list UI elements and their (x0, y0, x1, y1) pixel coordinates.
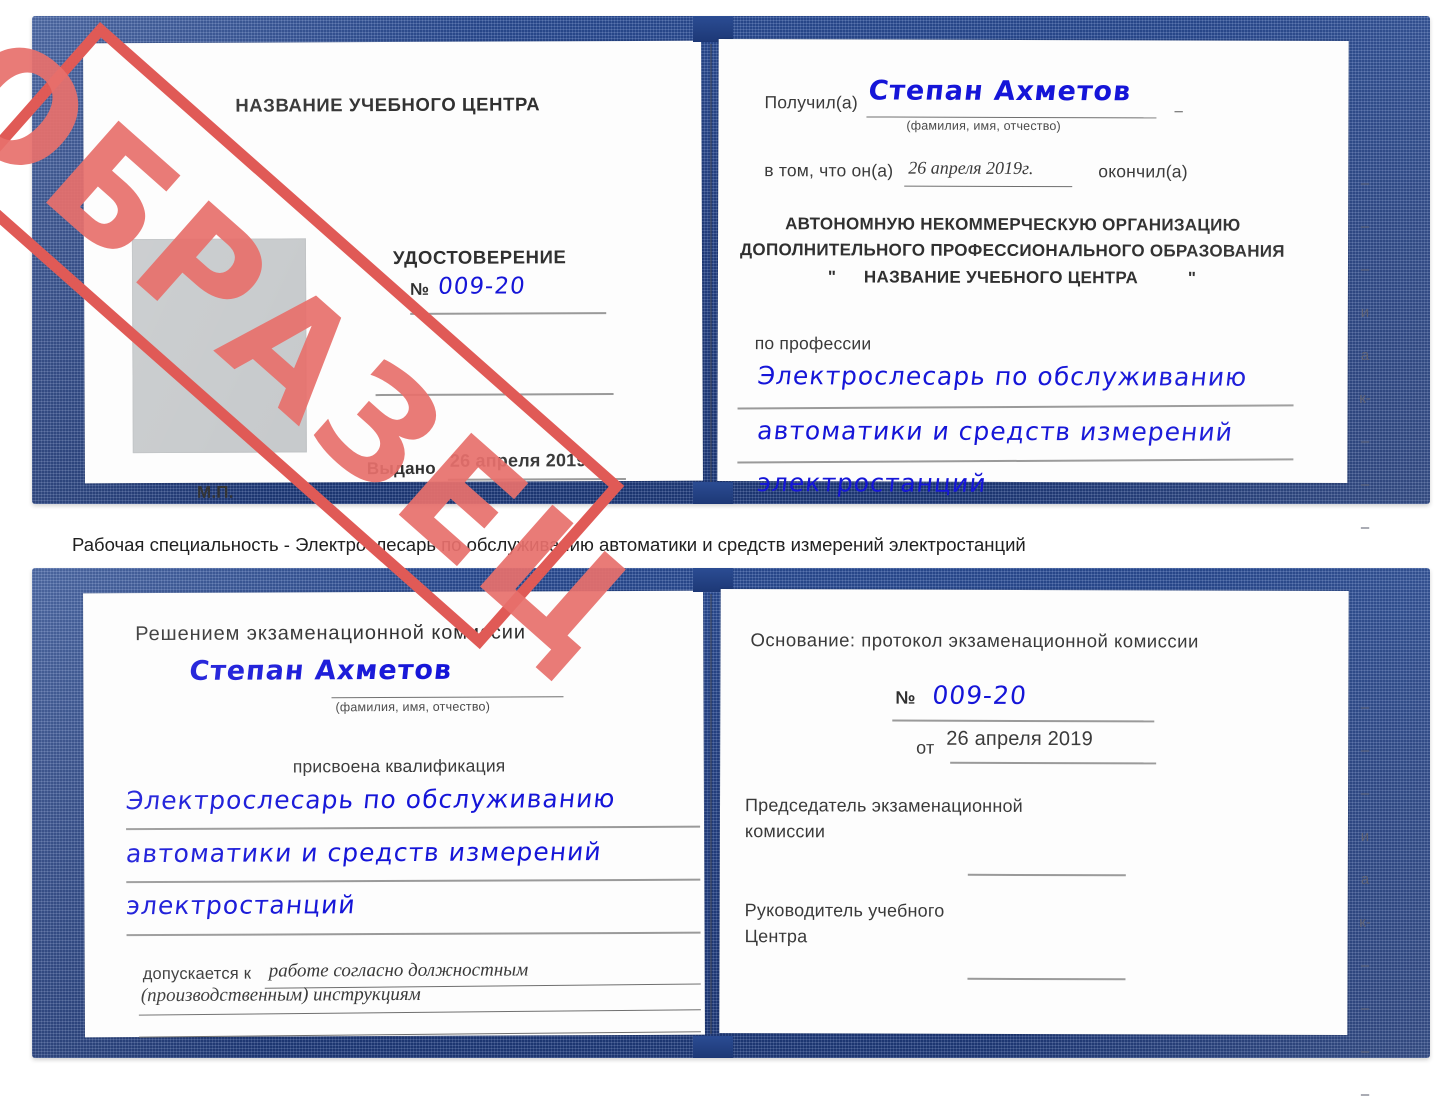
certificate-bottom-left-page: Решением экзаменационной комиссии Степан… (83, 590, 705, 1038)
admitted-value-line-1: работе согласно должностным (268, 959, 529, 982)
chairman-label-line-1: Председатель экзаменационной (744, 795, 1023, 816)
margin-char: – (1360, 957, 1370, 974)
protocol-date-value: 26 апреля 2019 (946, 727, 1093, 751)
margin-char: к- (1359, 914, 1371, 931)
organization-line-1: АВТОНОМНУЮ НЕКОММЕРЧЕСКУЮ ОРГАНИЗАЦИЮ (785, 214, 1241, 235)
basis-label: Основание: протокол экзаменационной коми… (750, 629, 1199, 652)
margin-char: – (1360, 1086, 1370, 1103)
margin-char: – (1360, 785, 1370, 802)
admitted-label: допускается к (142, 964, 252, 984)
profession-value-line-3: электростанций (755, 468, 989, 498)
margin-char: к- (1359, 390, 1371, 407)
margin-char: – (1360, 742, 1370, 759)
margin-char: – (1360, 1043, 1370, 1060)
profession-rule-2 (737, 458, 1294, 464)
issued-date-value: 26 апреля 2019 (449, 450, 587, 471)
margin-char: а (1360, 871, 1370, 888)
profession-label: по профессии (754, 333, 872, 354)
certificate-top-spine (710, 44, 712, 482)
certificate-bottom-margin-characters: – – – и а к- – – – – (1350, 700, 1380, 1102)
photo-placeholder (131, 238, 307, 454)
margin-char: – (1360, 699, 1370, 716)
certificate-top-right-page: Получил(а) Степан Ахметов (фамилия, имя,… (717, 39, 1349, 498)
margin-char: – (1360, 175, 1370, 192)
certificate-top-left-page: НАЗВАНИЕ УЧЕБНОГО ЦЕНТРА УДОСТОВЕРЕНИЕ №… (83, 40, 703, 502)
issued-label: Выдано (366, 458, 436, 479)
protocol-date-rule (950, 761, 1157, 764)
margin-char: – (1360, 218, 1370, 235)
qualification-label: присвоена квалификация (292, 755, 506, 777)
director-label-line-2: Центра (744, 926, 808, 947)
certificate-top-spine-tab-bottom (693, 482, 733, 504)
certificate-top-margin-characters: – – – и а к- – – – (1350, 176, 1380, 535)
protocol-date-label: от (916, 737, 935, 758)
seal-place-label: М.П. (196, 482, 234, 502)
certificate-top-cover: НАЗВАНИЕ УЧЕБНОГО ЦЕНТРА УДОСТОВЕРЕНИЕ №… (32, 16, 1430, 535)
organization-quote-close: " (1187, 268, 1197, 288)
certificate-bottom-cover: Решением экзаменационной комиссии Степан… (32, 568, 1430, 1102)
protocol-number-rule (892, 719, 1155, 722)
admitted-rule-3 (138, 1031, 701, 1038)
margin-char: а (1360, 347, 1370, 364)
margin-char: – (1360, 433, 1370, 450)
qualification-value-line-2: автоматики и средств измерений (124, 837, 604, 869)
image-caption: Рабочая специальность - Электрослесарь п… (72, 534, 1026, 555)
received-label: Получил(а) (764, 92, 858, 113)
profession-rule-1 (737, 404, 1294, 410)
profession-value-line-1: Электрослесарь по обслуживанию (756, 361, 1249, 392)
director-signature-rule (967, 977, 1126, 980)
margin-char: и (1360, 304, 1370, 321)
margin-char: – (1360, 519, 1370, 536)
completion-date-rule (904, 185, 1073, 188)
qualification-value-line-1: Электрослесарь по обслуживанию (124, 784, 618, 816)
margin-char: – (1360, 476, 1370, 493)
certificate-bottom-spine (710, 594, 712, 1034)
qualification-rule-1 (126, 825, 701, 830)
blank-rule-1 (375, 393, 614, 396)
certificate-number-label: № (410, 279, 430, 299)
document-type-label: УДОСТОВЕРЕНИЕ (392, 246, 567, 268)
awardee-name-value: Степан Ахметов (187, 654, 454, 687)
received-trailing-dash: – (1174, 102, 1184, 120)
received-name-hint: (фамилия, имя, отчество) (906, 118, 1061, 134)
margin-char: и (1360, 828, 1370, 845)
qualification-value-line-3: электростанций (124, 890, 358, 921)
admitted-value-line-2: (производственным) инструкциям (140, 983, 421, 1007)
qualification-rule-3 (126, 931, 701, 936)
decision-header: Решением экзаменационной комиссии (135, 621, 526, 646)
certificate-bottom-right-page: Основание: протокол экзаменационной коми… (719, 589, 1349, 1035)
completion-date-value: 26 апреля 2019г. (908, 157, 1034, 179)
margin-char: – (1360, 261, 1370, 278)
issued-date-rule (447, 477, 626, 481)
awardee-name-hint: (фамилия, имя, отчество) (335, 699, 491, 715)
protocol-number-value: 009-20 (930, 680, 1029, 710)
certificate-number-rule (410, 312, 607, 315)
organization-line-3: НАЗВАНИЕ УЧЕБНОГО ЦЕНТРА (863, 267, 1139, 288)
chairman-signature-rule (967, 873, 1126, 876)
certificate-number-value: 009-20 (436, 273, 527, 300)
page-title-training-center: НАЗВАНИЕ УЧЕБНОГО ЦЕНТРА (235, 93, 541, 116)
qualification-rule-2 (126, 878, 701, 883)
profession-value-line-2: автоматики и средств измерений (755, 416, 1235, 447)
in-that-label: в том, что он(а) (764, 160, 894, 181)
chairman-label-line-2: комиссии (744, 821, 826, 842)
awardee-name-rule (331, 696, 564, 699)
margin-char: – (1360, 1000, 1370, 1017)
director-label-line-1: Руководитель учебного (744, 900, 945, 921)
protocol-number-label: № (895, 687, 916, 708)
admitted-rule-2 (138, 1009, 701, 1016)
received-name-value: Степан Ахметов (866, 75, 1133, 108)
organization-line-2: ДОПОЛНИТЕЛЬНОГО ПРОФЕССИОНАЛЬНОГО ОБРАЗО… (740, 240, 1285, 261)
organization-quote-open: " (827, 267, 837, 287)
certificate-bottom-spine-tab-bottom (693, 1036, 733, 1058)
finished-label: окончил(а) (1098, 161, 1188, 182)
